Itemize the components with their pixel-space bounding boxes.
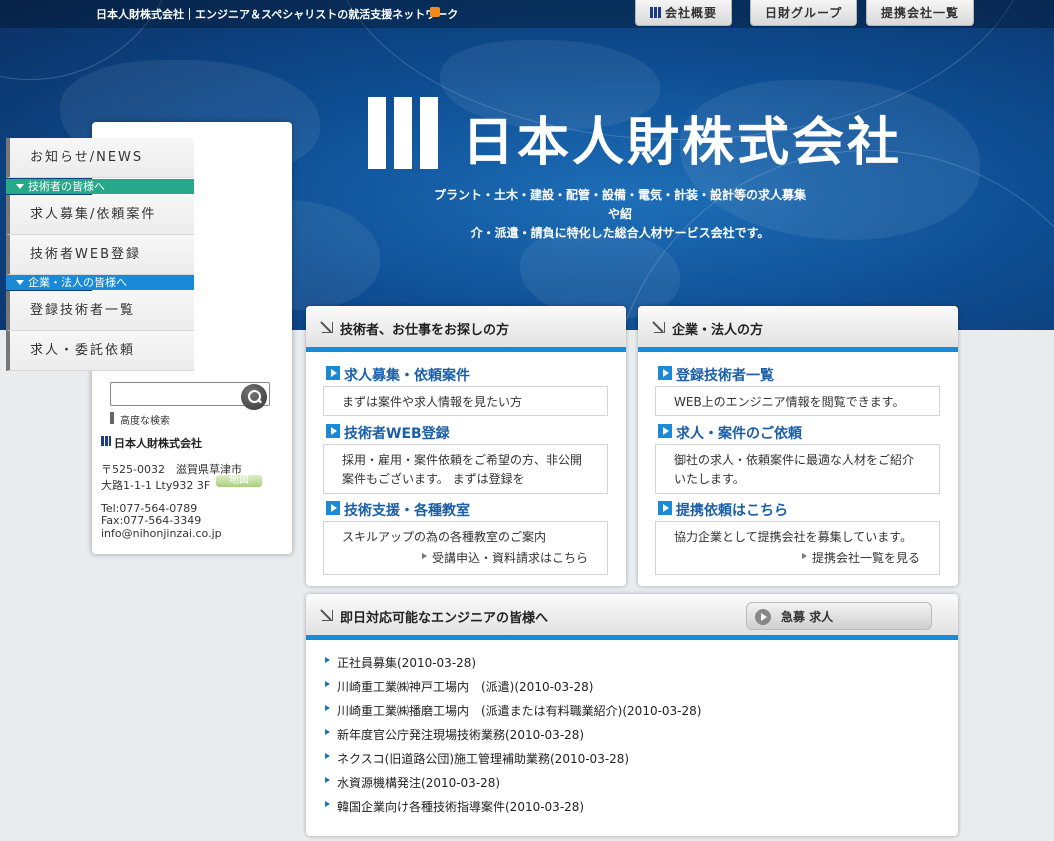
- urgent-jobs-button-label: 急募 求人: [781, 610, 834, 624]
- section-text-request-2: いたします。: [674, 472, 745, 486]
- section-text-training: スキルアップの為の各種教室のご案内: [342, 530, 547, 544]
- sidebar-item-registered-list[interactable]: 登録技術者一覧: [6, 291, 194, 331]
- corporate-panel-title: 企業・法人の方: [672, 323, 764, 338]
- nav-nichizai-group-label: 日財グループ: [765, 6, 843, 20]
- section-text-registered-list: WEB上のエンジニア情報を閲覧できます。: [674, 395, 905, 409]
- section-title-partnership[interactable]: 提携依頼はこちら: [658, 500, 788, 520]
- job-list-item[interactable]: ネクスコ(旧道路公団)施工管理補助業務(2010-03-28): [325, 750, 629, 767]
- section-text-jobs: まずは案件や求人情報を見たい方: [342, 395, 523, 409]
- sidebar-item-jobs[interactable]: 求人募集/依頼案件: [6, 195, 194, 235]
- partner-list-link[interactable]: 提携会社一覧を見る: [802, 549, 920, 566]
- corporate-panel-header: 企業・法人の方: [638, 306, 958, 352]
- section-box-request: 御社の求人・依頼案件に最適な人材をご紹介 いたします。: [655, 444, 940, 494]
- logo-text: 日本人財株式会社: [462, 113, 903, 173]
- job-list-item[interactable]: 新年度官公庁発注現場技術業務(2010-03-28): [325, 726, 584, 743]
- section-text-request-1: 御社の求人・依頼案件に最適な人材をご紹介: [674, 453, 915, 467]
- training-apply-link[interactable]: 受講申込・資料請求はこちら: [422, 549, 588, 566]
- section-title-web-register[interactable]: 技術者WEB登録: [326, 423, 450, 443]
- section-box-registered-list: WEB上のエンジニア情報を閲覧できます。: [655, 386, 940, 416]
- section-title-jobs[interactable]: 求人募集・依頼案件: [326, 365, 470, 385]
- hero-description-line1: プラント・土木・建設・配管・設備・電気・計装・設計等の求人募集や紹: [433, 188, 806, 221]
- urgent-panel-title: 即日対応可能なエンジニアの皆様へ: [340, 611, 549, 626]
- section-box-training: スキルアップの為の各種教室のご案内: [323, 521, 608, 575]
- arrow-down-right-icon: [322, 610, 333, 621]
- hero-description: プラント・土木・建設・配管・設備・電気・計装・設計等の求人募集や紹 介・派遣・請…: [430, 186, 810, 243]
- section-text-partnership: 協力企業として提携会社を募集しています。: [674, 530, 913, 544]
- advanced-search-marker: [110, 412, 114, 424]
- company-logo-icon: [101, 436, 111, 446]
- street-address: 大路1-1-1 Lty932 3F: [101, 479, 211, 492]
- logo-mark-icon: [368, 97, 438, 169]
- job-list-item[interactable]: 川崎重工業㈱神戸工場内 (派遣)(2010-03-28): [325, 678, 593, 695]
- arrow-down-right-icon: [654, 322, 665, 333]
- sidebar-item-web-register[interactable]: 技術者WEB登録: [6, 235, 194, 275]
- map-button[interactable]: 地図: [216, 475, 262, 487]
- section-box-partnership: 協力企業として提携会社を募集しています。: [655, 521, 940, 575]
- fax: Fax:077-564-3349: [101, 514, 202, 527]
- section-text-web-register-1: 採用・雇用・案件依頼をご希望の方、非公開: [342, 453, 583, 467]
- nav-nichizai-group[interactable]: 日財グループ: [750, 0, 858, 26]
- nav-partner-list[interactable]: 提携会社一覧: [866, 0, 975, 26]
- job-list-item[interactable]: 正社員募集(2010-03-28): [325, 654, 476, 671]
- engineers-panel-title: 技術者、お仕事をお探しの方: [340, 323, 510, 338]
- nav-company-overview[interactable]: 会社概要: [635, 0, 733, 26]
- job-list-item[interactable]: 水資源機構発注(2010-03-28): [325, 774, 500, 791]
- section-box-web-register: 採用・雇用・案件依頼をご希望の方、非公開 案件もございます。 まずは登録を: [323, 444, 608, 494]
- search-icon[interactable]: [241, 384, 267, 410]
- company-name: 日本人財株式会社: [114, 437, 202, 450]
- job-list-item[interactable]: 韓国企業向け各種技術指導案件(2010-03-28): [325, 798, 584, 815]
- play-icon: [755, 609, 771, 625]
- section-box-jobs: まずは案件や求人情報を見たい方: [323, 386, 608, 416]
- section-text-web-register-2: 案件もございます。 まずは登録を: [342, 472, 525, 486]
- company-logo-icon: [650, 7, 661, 18]
- arrow-down-right-icon: [322, 322, 333, 333]
- sidebar-item-request[interactable]: 求人・委託依頼: [6, 331, 194, 371]
- nav-partner-list-label: 提携会社一覧: [881, 6, 960, 20]
- advanced-search-link[interactable]: 高度な検索: [120, 412, 170, 427]
- rss-icon[interactable]: [430, 7, 440, 17]
- nav-company-overview-label: 会社概要: [665, 6, 718, 20]
- section-title-training[interactable]: 技術支援・各種教室: [326, 500, 470, 520]
- sidebar-heading-engineers: 技術者の皆様へ: [6, 179, 194, 194]
- sidebar-heading-corporate: 企業・法人の皆様へ: [6, 275, 194, 290]
- hero-description-line2: 介・派遣・請負に特化した総合人材サービス会社です。: [470, 226, 770, 240]
- job-list-item[interactable]: 川崎重工業㈱播磨工場内 (派遣または有料職業紹介)(2010-03-28): [325, 702, 701, 719]
- urgent-jobs-button[interactable]: 急募 求人: [746, 602, 932, 630]
- engineers-panel-header: 技術者、お仕事をお探しの方: [306, 306, 626, 352]
- section-title-request[interactable]: 求人・案件のご依頼: [658, 423, 802, 443]
- section-title-registered-list[interactable]: 登録技術者一覧: [658, 365, 774, 385]
- site-tagline: 日本人財株式会社｜エンジニア＆スペシャリストの就活支援ネットワーク: [96, 8, 459, 21]
- email-link[interactable]: info@nihonjinzai.co.jp: [101, 527, 222, 540]
- sidebar-item-news[interactable]: お知らせ/NEWS: [6, 138, 194, 178]
